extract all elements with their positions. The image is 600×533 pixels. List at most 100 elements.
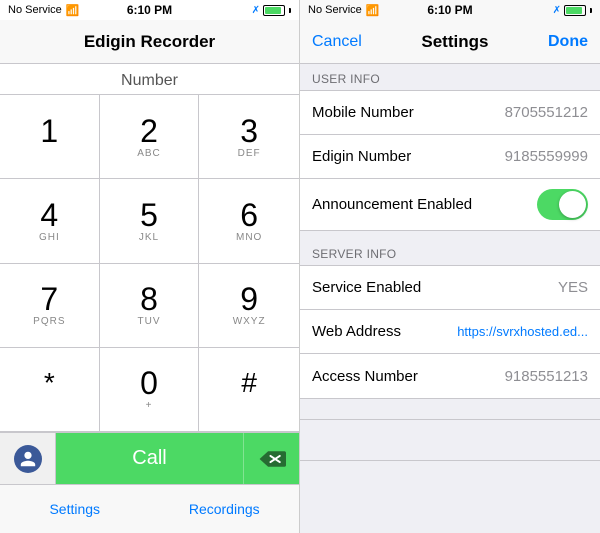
tab-recordings-label: Recordings	[189, 501, 260, 517]
dialer-key-8[interactable]: 8 TUV	[100, 264, 200, 348]
contact-button[interactable]	[0, 433, 56, 485]
digit-star: *	[44, 369, 55, 397]
edigin-number-label: Edigin Number	[312, 148, 411, 165]
delete-button[interactable]	[243, 433, 299, 485]
left-panel: No Service 📶 6:10 PM ✗ Edigin Recorder N…	[0, 0, 300, 533]
digit-0: 0	[140, 367, 158, 399]
bt-icon-left: ✗	[252, 5, 260, 16]
cancel-button[interactable]: Cancel	[312, 33, 362, 51]
toggle-knob	[559, 191, 586, 218]
access-number-value: 9185551213	[505, 368, 588, 385]
right-status-info-left: ✗	[252, 5, 291, 16]
digit-8: 8	[140, 283, 158, 315]
section-header-user-info: USER INFO	[300, 64, 600, 90]
digit-4: 4	[40, 199, 58, 231]
battery-tip-left	[289, 8, 291, 13]
digit-2: 2	[140, 115, 158, 147]
service-enabled-value: YES	[558, 279, 588, 296]
tab-settings-label: Settings	[49, 501, 100, 517]
settings-group-user-info: Mobile Number 8705551212 Edigin Number 9…	[300, 90, 600, 231]
number-label: Number	[0, 64, 299, 94]
web-address-label: Web Address	[312, 323, 401, 340]
battery-icon-left	[263, 5, 285, 16]
dialer-key-hash[interactable]: #	[199, 348, 299, 432]
section-header-server-info: SERVER INFO	[300, 239, 600, 265]
right-status-right: ✗	[553, 5, 592, 16]
sub-2: ABC	[137, 148, 161, 159]
battery-tip-right	[590, 8, 592, 13]
bottom-tabs-left: Settings Recordings	[0, 484, 299, 533]
battery-icon-right	[564, 5, 586, 16]
wifi-icon-right: 📶	[366, 4, 380, 17]
announcement-toggle[interactable]	[537, 189, 588, 220]
sub-5: JKL	[139, 232, 159, 243]
settings-row-edigin-number: Edigin Number 9185559999	[300, 135, 600, 179]
bt-icon-right: ✗	[553, 5, 561, 16]
spacer	[300, 399, 600, 419]
sub-8: TUV	[137, 316, 160, 327]
sub-7: PQRS	[33, 316, 65, 327]
dialer-key-9[interactable]: 9 WXYZ	[199, 264, 299, 348]
web-address-value: https://svrxhosted.ed...	[457, 324, 588, 339]
dialer-key-star[interactable]: *	[0, 348, 100, 432]
dialer-key-5[interactable]: 5 JKL	[100, 179, 200, 263]
dialer-key-6[interactable]: 6 MNO	[199, 179, 299, 263]
sub-0: +	[146, 400, 153, 411]
digit-5: 5	[140, 199, 158, 231]
no-service-label-right: No Service	[308, 4, 362, 16]
settings-content: USER INFO Mobile Number 8705551212 Edigi…	[300, 64, 600, 533]
settings-row-mobile-number: Mobile Number 8705551212	[300, 91, 600, 135]
settings-row-announcement: Announcement Enabled	[300, 179, 600, 230]
tab-settings-left[interactable]: Settings	[0, 485, 150, 533]
delete-icon	[258, 449, 286, 469]
digit-6: 6	[240, 199, 258, 231]
dialer-key-0[interactable]: 0 +	[100, 348, 200, 432]
digit-7: 7	[40, 283, 58, 315]
dialer-key-1[interactable]: 1	[0, 95, 100, 179]
call-button[interactable]: Call	[56, 433, 243, 485]
digit-9: 9	[240, 283, 258, 315]
digit-3: 3	[240, 115, 258, 147]
sub-star	[47, 398, 51, 409]
edigin-number-value: 9185559999	[505, 148, 588, 165]
sub-4: GHI	[39, 232, 60, 243]
settings-title: Settings	[421, 32, 488, 52]
dialer-grid: 1 2 ABC 3 DEF 4 GHI 5 JKL 6 MNO 7 PQRS	[0, 94, 299, 432]
done-button[interactable]: Done	[548, 33, 588, 51]
spacer-2	[300, 420, 600, 460]
app-title-bar: Edigin Recorder	[0, 20, 299, 64]
right-panel: No Service 📶 6:10 PM ✗ Cancel Settings D…	[300, 0, 600, 533]
dialer-key-3[interactable]: 3 DEF	[199, 95, 299, 179]
app-title: Edigin Recorder	[84, 32, 215, 52]
sub-9: WXYZ	[233, 316, 266, 327]
access-number-label: Access Number	[312, 368, 418, 385]
service-enabled-label: Service Enabled	[312, 279, 421, 296]
dialer-key-4[interactable]: 4 GHI	[0, 179, 100, 263]
settings-row-service-enabled: Service Enabled YES	[300, 266, 600, 310]
left-status-info: No Service 📶	[8, 4, 80, 17]
digit-1: 1	[40, 115, 58, 147]
tab-recordings[interactable]: Recordings	[150, 485, 300, 533]
settings-row-access-number: Access Number 9185551213	[300, 354, 600, 398]
settings-nav: Cancel Settings Done	[300, 20, 600, 64]
contact-icon	[14, 445, 42, 473]
dialer-key-7[interactable]: 7 PQRS	[0, 264, 100, 348]
no-service-label-left: No Service	[8, 4, 62, 16]
mobile-number-value: 8705551212	[505, 104, 588, 121]
sub-hash	[247, 398, 251, 409]
dialer-key-2[interactable]: 2 ABC	[100, 95, 200, 179]
call-label: Call	[132, 447, 166, 470]
status-bar-right: No Service 📶 6:10 PM ✗	[300, 0, 600, 20]
sub-1	[47, 148, 51, 159]
settings-row-web-address: Web Address https://svrxhosted.ed...	[300, 310, 600, 354]
settings-group-server-info: Service Enabled YES Web Address https://…	[300, 265, 600, 399]
right-status-left: No Service 📶	[308, 4, 380, 17]
digit-hash: #	[241, 369, 257, 397]
bottom-action-bar: Call	[0, 432, 299, 484]
time-left: 6:10 PM	[127, 3, 172, 17]
divider-2	[300, 460, 600, 461]
sub-6: MNO	[236, 232, 262, 243]
time-right: 6:10 PM	[427, 3, 472, 17]
status-bar-left: No Service 📶 6:10 PM ✗	[0, 0, 299, 20]
sub-3: DEF	[238, 148, 261, 159]
